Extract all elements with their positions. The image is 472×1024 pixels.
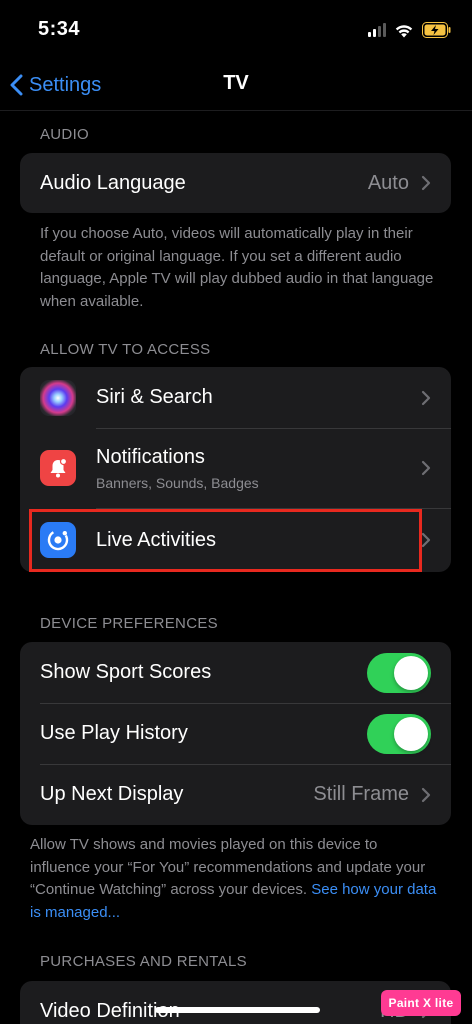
up-next-display-row[interactable]: Up Next Display Still Frame — [20, 764, 451, 825]
section-header-purchases: PURCHASES AND RENTALS — [40, 953, 247, 970]
notification-bell-icon — [40, 450, 76, 486]
chevron-right-icon — [421, 390, 431, 405]
watermark-logo: Paint X lite — [381, 990, 461, 1016]
up-next-display-label: Up Next Display — [40, 783, 184, 805]
audio-language-value: Auto — [367, 171, 409, 194]
audio-language-row[interactable]: Audio Language Auto — [20, 153, 451, 213]
up-next-display-value: Still Frame — [313, 783, 409, 805]
wifi-icon — [395, 24, 413, 37]
navigation-bar: Settings TV — [0, 60, 472, 110]
section-header-device: DEVICE PREFERENCES — [40, 615, 218, 632]
show-sport-scores-row: Show Sport Scores — [20, 642, 451, 703]
notifications-label: Notifications — [96, 445, 205, 468]
show-sport-scores-label: Show Sport Scores — [40, 661, 212, 683]
page-title: TV — [223, 72, 249, 94]
battery-charging-icon — [422, 22, 451, 38]
notifications-sublabel: Banners, Sounds, Badges — [96, 474, 259, 491]
live-activities-icon — [40, 522, 76, 558]
section-header-audio: AUDIO — [40, 126, 90, 143]
access-group: Siri & Search Notifications Banners, Sou… — [20, 367, 451, 572]
section-header-access: ALLOW TV TO ACCESS — [40, 341, 211, 358]
live-activities-label: Live Activities — [96, 528, 217, 551]
status-time: 5:34 — [38, 18, 81, 40]
device-preferences-group: Show Sport Scores Use Play History Up Ne… — [20, 642, 451, 825]
chevron-right-icon — [421, 175, 431, 191]
device-footnote: Allow TV shows and movies played on this… — [30, 834, 440, 924]
notifications-row[interactable]: Notifications Banners, Sounds, Badges — [20, 428, 451, 508]
cellular-signal-icon — [368, 23, 386, 37]
live-activities-row[interactable]: Live Activities — [20, 508, 451, 572]
use-play-history-toggle[interactable] — [367, 713, 431, 754]
status-icons — [368, 20, 452, 40]
use-play-history-row: Use Play History — [20, 703, 451, 764]
audio-group: Audio Language Auto — [20, 153, 451, 213]
audio-language-label: Audio Language — [40, 171, 186, 194]
use-play-history-label: Use Play History — [40, 722, 188, 744]
audio-footnote: If you choose Auto, videos will automati… — [40, 225, 434, 310]
chevron-right-icon — [421, 460, 431, 476]
siri-search-label: Siri & Search — [96, 386, 213, 408]
notifications-text: Notifications Banners, Sounds, Badges — [96, 446, 421, 491]
settings-scroll-area[interactable]: AUDIO Audio Language Auto If you choose … — [0, 110, 472, 1024]
chevron-right-icon — [421, 787, 431, 802]
status-bar: 5:34 — [0, 0, 472, 60]
home-indicator — [155, 1007, 320, 1013]
siri-icon — [40, 379, 76, 416]
show-sport-scores-toggle[interactable] — [367, 652, 431, 693]
chevron-right-icon — [421, 532, 431, 548]
siri-search-row[interactable]: Siri & Search — [20, 367, 451, 428]
